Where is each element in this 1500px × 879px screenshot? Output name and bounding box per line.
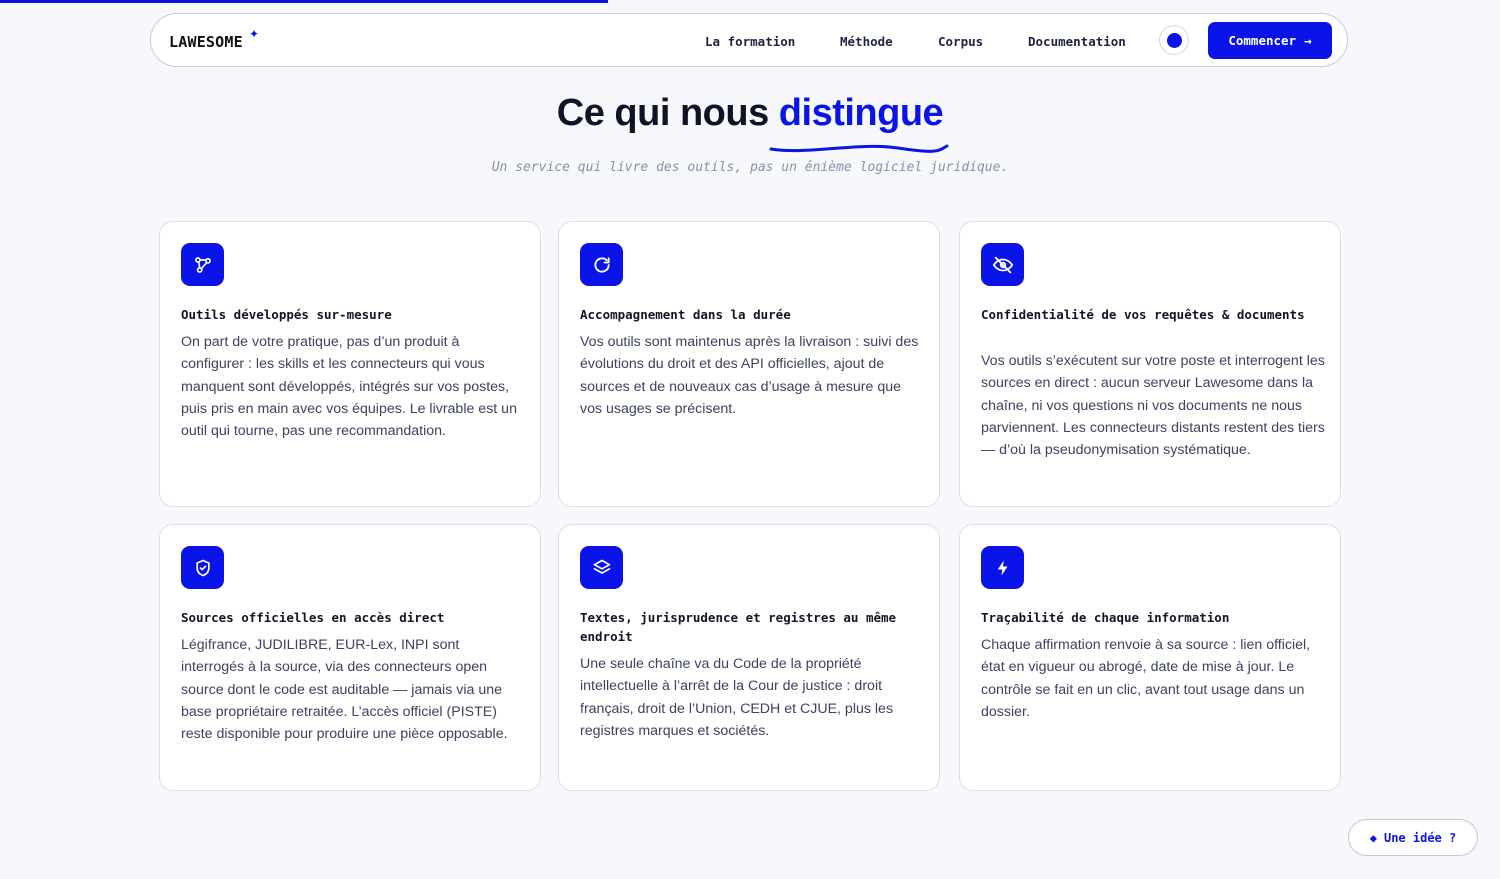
start-button-label: Commencer (1228, 33, 1297, 48)
section-title-prefix: Ce qui nous (556, 92, 779, 134)
feature-title: Sources officielles en accès direct (181, 610, 445, 625)
feature-description: On part de votre pratique, pas d’un prod… (181, 334, 517, 440)
section-subtitle: Un service qui livre des outils, pas un … (491, 160, 1009, 175)
feedback-idea-button[interactable]: ◆ Une idée ? (1348, 819, 1478, 856)
feature-card-long-term-support: Accompagnement dans la durée Vos outils … (558, 221, 940, 507)
nav-link-corpus[interactable]: Corpus (938, 34, 983, 49)
feature-card-traceability: Traçabilité de chaque information Chaque… (959, 524, 1341, 791)
git-branch-icon (181, 243, 224, 286)
top-navbar: LAWESOME ✦ La formation Méthode Corpus D… (150, 13, 1348, 67)
theme-toggle-button[interactable] (1159, 25, 1189, 55)
nav-link-methode[interactable]: Méthode (840, 34, 893, 49)
feature-title: Textes, jurisprudence et registres au mê… (580, 610, 897, 644)
feature-title: Confidentialité de vos requêtes & docume… (981, 307, 1305, 322)
arrow-right-icon: → (1304, 33, 1312, 48)
feature-title: Traçabilité de chaque information (981, 610, 1230, 625)
feedback-label: Une idée ? (1383, 830, 1457, 845)
shield-check-icon (181, 546, 224, 589)
reading-progress-bar (0, 0, 608, 3)
nav-link-formation[interactable]: La formation (705, 34, 795, 49)
diamond-icon: ◆ (1369, 830, 1377, 845)
feature-description: Légifrance, JUDILIBRE, EUR-Lex, INPI son… (181, 637, 508, 743)
section-title: Ce qui nous distingue (0, 92, 1500, 135)
sparkle-icon: ✦ (249, 27, 260, 41)
feature-description: Une seule chaîne va du Code de la propri… (580, 656, 894, 739)
feature-title: Outils développés sur-mesure (181, 307, 392, 322)
brand-logo[interactable]: LAWESOME (169, 33, 243, 51)
feature-title: Accompagnement dans la durée (580, 307, 791, 322)
eye-off-icon (981, 243, 1024, 286)
feature-card-custom-tools: Outils développés sur-mesure On part de … (159, 221, 541, 507)
start-button[interactable]: Commencer → (1208, 22, 1332, 59)
feature-card-official-sources: Sources officielles en accès direct Légi… (159, 524, 541, 791)
feature-description: Chaque affirmation renvoie à sa source :… (981, 637, 1311, 720)
feature-card-confidentiality: Confidentialité de vos requêtes & docume… (959, 221, 1341, 507)
feature-card-texts-registries: Textes, jurisprudence et registres au mê… (558, 524, 940, 791)
nav-link-documentation[interactable]: Documentation (1028, 34, 1126, 49)
feature-description: Vos outils sont maintenus après la livra… (580, 334, 919, 417)
refresh-icon (580, 243, 623, 286)
section-title-accent: distingue (778, 92, 944, 134)
lightning-icon (981, 546, 1024, 589)
theme-dot-icon (1167, 33, 1182, 48)
title-underline-squiggle (769, 144, 949, 153)
layers-icon (580, 546, 623, 589)
feature-description: Vos outils s’exécutent sur votre poste e… (981, 353, 1325, 459)
